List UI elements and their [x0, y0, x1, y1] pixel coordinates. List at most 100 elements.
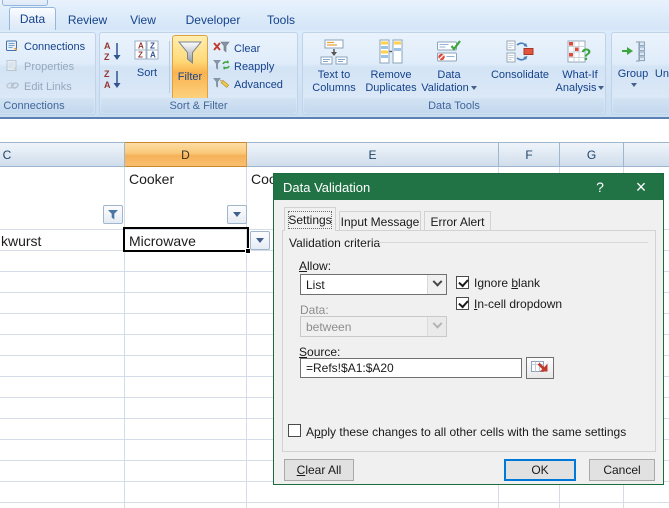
sort-az-icon: AZ — [102, 51, 124, 68]
cancel-label: Cancel — [603, 463, 640, 477]
column-letter: F — [525, 148, 532, 162]
sort-descending-button[interactable]: ZA — [102, 67, 128, 93]
remove-duplicates-button[interactable]: Remove Duplicates — [362, 36, 420, 100]
sort-ascending-button[interactable]: AZ — [102, 39, 128, 65]
data-validation-label-1: Data — [437, 69, 460, 82]
divider — [378, 242, 648, 243]
ribbon-tab-tools[interactable]: Tools — [259, 9, 303, 30]
autofilter-button-d[interactable] — [227, 205, 247, 224]
group-label-sort-filter: Sort & Filter — [101, 98, 296, 113]
in-cell-dropdown-button[interactable] — [250, 231, 270, 250]
group-label-connections: Connections — [0, 98, 94, 113]
svg-text:A: A — [150, 51, 156, 60]
source-label: Source: — [299, 345, 340, 359]
properties-button[interactable]: Properties — [5, 58, 74, 75]
column-header-f[interactable]: F — [499, 142, 560, 167]
data-combobox-disabled: between — [300, 316, 447, 337]
group-label-data-tools: Data Tools — [304, 98, 604, 113]
tab-label: Review — [68, 13, 107, 27]
connections-icon — [5, 38, 20, 56]
in-cell-dropdown-label[interactable]: In-cell dropdown — [474, 297, 562, 311]
data-validation-button[interactable]: Data Validation — [418, 36, 480, 100]
combo-arrow-button[interactable] — [427, 275, 446, 294]
advanced-filter-button[interactable]: Advanced — [212, 76, 283, 93]
advanced-label: Advanced — [234, 79, 283, 91]
tab-label: Settings — [288, 213, 331, 227]
dropdown-arrow-icon — [471, 86, 477, 93]
ok-button[interactable]: OK — [504, 459, 576, 481]
text-to-columns-button[interactable]: Text to Columns — [306, 36, 362, 100]
reapply-filter-icon — [212, 58, 230, 75]
cell-d1[interactable]: Cooker — [129, 171, 174, 187]
svg-text:Z: Z — [104, 69, 110, 79]
source-input[interactable]: =Refs!$A1:$A20 — [300, 358, 522, 378]
ungroup-button[interactable]: Ungroup — [656, 36, 669, 100]
edit-links-button[interactable]: Edit Links — [5, 78, 72, 95]
column-header-g[interactable]: G — [560, 142, 624, 167]
group-label: Group — [618, 68, 649, 81]
column-header-c[interactable]: C — [0, 142, 125, 167]
what-if-label-1: What-If — [562, 69, 597, 82]
reapply-filter-button[interactable]: Reapply — [212, 58, 274, 75]
clear-filter-button[interactable]: Clear — [212, 40, 260, 57]
sort-button[interactable]: AZZA Sort — [129, 36, 165, 99]
tab-settings[interactable]: Settings — [284, 207, 336, 231]
consolidate-button[interactable]: Consolidate — [488, 36, 552, 100]
cell-c2[interactable]: kwurst — [1, 233, 41, 249]
tab-label: Error Alert — [430, 215, 484, 229]
ribbon-tab-data[interactable]: Data — [9, 7, 56, 30]
remove-duplicates-icon — [377, 39, 405, 69]
connections-button[interactable]: Connections — [5, 38, 85, 55]
tab-label: View — [130, 13, 156, 27]
dropdown-arrow-icon — [256, 238, 264, 247]
text-to-columns-icon — [320, 39, 348, 69]
filter-button[interactable]: Filter — [172, 35, 208, 100]
svg-text:Z: Z — [150, 42, 155, 51]
settings-tab-panel — [282, 230, 656, 452]
svg-text:?: ? — [581, 45, 591, 64]
allow-value: List — [306, 278, 325, 292]
advanced-filter-icon — [212, 76, 230, 93]
edit-links-icon — [5, 78, 20, 96]
column-header-d[interactable]: D — [125, 142, 247, 167]
tab-error-alert[interactable]: Error Alert — [424, 211, 491, 231]
group-button[interactable]: Group — [615, 36, 651, 100]
what-if-analysis-button[interactable]: ? What-If Analysis — [554, 36, 606, 100]
autofilter-button-c[interactable] — [103, 205, 123, 224]
close-icon: × — [636, 177, 647, 198]
clear-filter-icon — [212, 40, 230, 57]
collapse-dialog-range-picker-button[interactable] — [526, 357, 554, 379]
clear-all-button[interactable]: Clear All — [284, 459, 354, 481]
ribbon-tab-developer[interactable]: Developer — [183, 9, 243, 30]
consolidate-icon — [506, 39, 534, 69]
sort-label: Sort — [137, 67, 157, 80]
allow-label: Allow: — [299, 259, 331, 273]
column-letter: E — [368, 148, 376, 162]
apply-to-all-label[interactable]: Apply these changes to all other cells w… — [306, 425, 626, 439]
in-cell-dropdown-checkbox[interactable] — [456, 297, 469, 310]
column-header-e[interactable]: E — [247, 142, 499, 167]
group-label-text: Sort & Filter — [169, 100, 227, 112]
allow-combobox[interactable]: List — [300, 274, 447, 295]
tab-label: Developer — [186, 13, 241, 27]
divider — [169, 41, 170, 93]
dialog-title: Data Validation — [283, 180, 370, 195]
cancel-button[interactable]: Cancel — [589, 459, 655, 481]
ribbon-group-data-tools: Text to Columns Remove Duplicates Data V… — [302, 32, 606, 115]
ribbon-tab-view[interactable]: View — [125, 9, 161, 30]
ok-label: OK — [531, 463, 548, 477]
dropdown-arrow-icon — [598, 86, 604, 93]
tab-input-message[interactable]: Input Message — [339, 211, 421, 231]
column-header-h[interactable] — [624, 142, 669, 167]
close-button[interactable]: × — [624, 174, 658, 200]
help-button[interactable]: ? — [586, 174, 614, 200]
ignore-blank-label[interactable]: Ignore blank — [474, 276, 540, 290]
apply-to-all-checkbox[interactable] — [288, 424, 301, 437]
remove-duplicates-label-1: Remove — [371, 69, 412, 82]
excel-window: Data Review View Developer Tools Connect… — [0, 0, 669, 508]
column-letter: D — [181, 148, 190, 162]
column-letter: G — [587, 148, 596, 162]
ignore-blank-checkbox[interactable] — [456, 276, 469, 289]
ribbon-tab-review[interactable]: Review — [65, 9, 110, 30]
consolidate-label: Consolidate — [491, 69, 549, 82]
